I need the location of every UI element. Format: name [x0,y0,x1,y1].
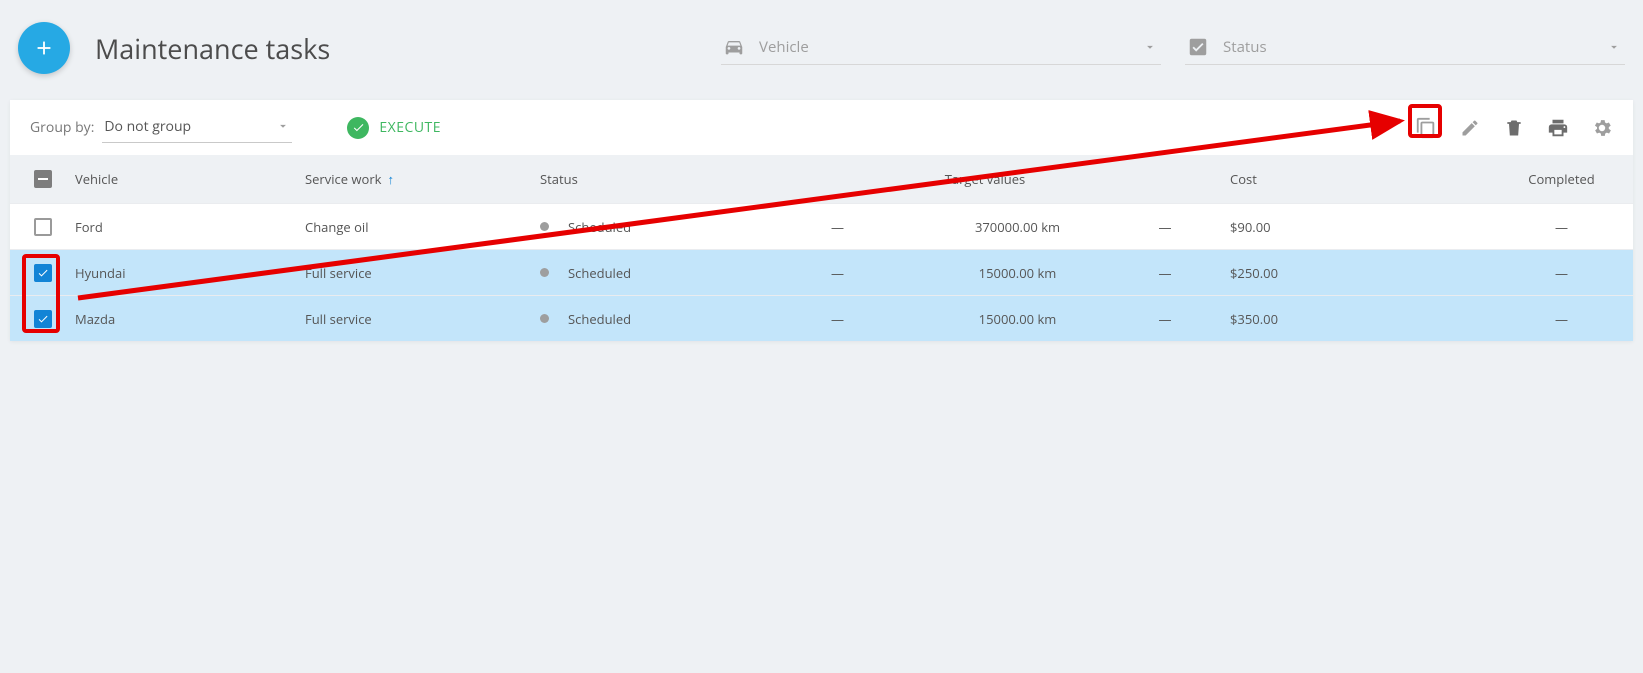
col-status-header[interactable]: Status [540,170,740,188]
settings-button[interactable] [1591,117,1613,139]
add-button[interactable] [18,22,70,74]
col-target-values-header[interactable]: Target values [740,170,1230,188]
row-checkbox[interactable] [34,310,52,328]
vehicle-filter[interactable]: Vehicle [721,32,1161,65]
group-by-value: Do not group [104,117,276,136]
cell-target-2: 15000.00 km [935,264,1100,282]
col-vehicle-header[interactable]: Vehicle [75,170,305,188]
page-header: Maintenance tasks Vehicle Status [0,0,1643,100]
cell-target-1: — [740,264,935,282]
vehicle-filter-label: Vehicle [759,37,1143,57]
cell-completed: — [1490,264,1633,282]
check-circle-icon [347,117,369,139]
cell-completed: — [1490,310,1633,328]
cell-target-2: 370000.00 km [935,218,1100,236]
toolbar-actions [1415,117,1613,139]
select-all-cell [10,170,75,188]
cell-cost: $250.00 [1230,264,1490,282]
edit-button[interactable] [1459,117,1481,139]
cell-service: Full service [305,310,540,328]
cell-target-3: — [1100,264,1230,282]
cell-status: Scheduled [540,218,740,236]
cell-target-3: — [1100,218,1230,236]
cell-target-2: 15000.00 km [935,310,1100,328]
status-dot-icon [540,268,549,277]
delete-button[interactable] [1503,117,1525,139]
table-row[interactable]: Hyundai Full service Scheduled — 15000.0… [10,249,1633,295]
execute-button[interactable]: EXECUTE [347,117,441,139]
cell-status: Scheduled [540,264,740,282]
col-service-header[interactable]: Service work ↑ [305,170,540,188]
cell-vehicle: Mazda [75,310,305,328]
table-header-row: Vehicle Service work ↑ Status Target val… [10,155,1633,203]
select-all-checkbox[interactable] [34,170,52,188]
print-button[interactable] [1547,117,1569,139]
chevron-down-icon [1143,40,1157,54]
table-card: Group by: Do not group EXECUTE [10,100,1633,341]
page-title: Maintenance tasks [95,30,330,67]
col-completed-header[interactable]: Completed [1490,170,1633,188]
checkbox-icon [1187,36,1209,58]
cell-vehicle: Ford [75,218,305,236]
table-row[interactable]: Mazda Full service Scheduled — 15000.00 … [10,295,1633,341]
cell-service: Full service [305,264,540,282]
chevron-down-icon [1607,40,1621,54]
cell-target-1: — [740,218,935,236]
cell-target-1: — [740,310,935,328]
col-service-label: Service work [305,170,381,188]
col-cost-header[interactable]: Cost [1230,170,1490,188]
group-by-select[interactable]: Do not group [102,113,292,143]
sort-asc-icon: ↑ [387,170,394,188]
copy-button[interactable] [1415,117,1437,139]
table-row[interactable]: Ford Change oil Scheduled — 370000.00 km… [10,203,1633,249]
cell-service: Change oil [305,218,540,236]
cell-cost: $350.00 [1230,310,1490,328]
status-dot-icon [540,222,549,231]
group-by-label: Group by: [30,118,94,137]
plus-icon [33,37,55,59]
toolbar: Group by: Do not group EXECUTE [10,100,1633,155]
cell-vehicle: Hyundai [75,264,305,282]
car-icon [723,36,745,58]
status-filter-label: Status [1223,37,1607,57]
cell-status: Scheduled [540,310,740,328]
row-checkbox[interactable] [34,218,52,236]
row-checkbox[interactable] [34,264,52,282]
cell-completed: — [1490,218,1633,236]
filters: Vehicle Status [721,32,1625,65]
status-dot-icon [540,314,549,323]
cell-target-3: — [1100,310,1230,328]
chevron-down-icon [276,119,290,133]
execute-label: EXECUTE [379,118,441,137]
cell-cost: $90.00 [1230,218,1490,236]
status-filter[interactable]: Status [1185,32,1625,65]
